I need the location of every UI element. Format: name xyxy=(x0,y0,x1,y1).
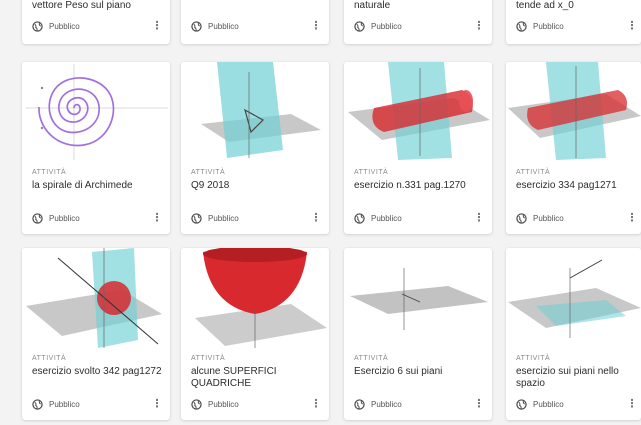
activity-card[interactable]: ATTIVITÀ la spirale di Archimede Pubblic… xyxy=(22,62,170,234)
card-footer: Pubblico ⋮ xyxy=(354,18,485,34)
card-kind: ATTIVITÀ xyxy=(32,355,67,362)
visibility-label: Pubblico xyxy=(371,399,402,409)
globe-icon xyxy=(354,20,365,32)
card-title: la spirale di Archimede xyxy=(32,180,133,191)
card-kind: ATTIVITÀ xyxy=(354,355,389,362)
card-title: vettore Peso sul piano xyxy=(32,0,131,11)
thumbnail-sphere-planes xyxy=(22,248,170,348)
card-footer: Pubblico ⋮ xyxy=(516,396,638,412)
globe-icon xyxy=(516,20,527,32)
card-footer: Pubblico ⋮ xyxy=(191,210,322,226)
visibility-label: Pubblico xyxy=(533,21,564,31)
activity-grid: vettore Peso sul piano Pubblico ⋮ Pubbli… xyxy=(0,0,641,425)
card-title: esercizio n.331 pag.1270 xyxy=(354,180,466,191)
visibility-label: Pubblico xyxy=(49,399,80,409)
more-vertical-icon[interactable]: ⋮ xyxy=(152,211,163,225)
visibility-label: Pubblico xyxy=(208,399,239,409)
more-vertical-icon[interactable]: ⋮ xyxy=(627,19,638,33)
card-footer: Pubblico ⋮ xyxy=(354,210,485,226)
thumbnail-cylinder-planes xyxy=(506,62,641,162)
more-vertical-icon[interactable]: ⋮ xyxy=(311,19,322,33)
activity-card[interactable]: ATTIVITÀ esercizio sui piani nello spazi… xyxy=(506,248,641,420)
activity-card[interactable]: naturale Pubblico ⋮ xyxy=(344,0,492,44)
more-vertical-icon[interactable]: ⋮ xyxy=(627,397,638,411)
activity-card[interactable]: ATTIVITÀ esercizio 334 pag1271 Pubblico … xyxy=(506,62,641,234)
more-vertical-icon[interactable]: ⋮ xyxy=(627,211,638,225)
card-footer: Pubblico ⋮ xyxy=(516,18,638,34)
visibility-label: Pubblico xyxy=(533,213,564,223)
activity-card[interactable]: ATTIVITÀ Q9 2018 Pubblico ⋮ xyxy=(181,62,329,234)
card-footer: Pubblico ⋮ xyxy=(354,396,485,412)
activity-card[interactable]: ATTIVITÀ esercizio n.331 pag.1270 Pubbli… xyxy=(344,62,492,234)
visibility-label: Pubblico xyxy=(371,213,402,223)
visibility-label: Pubblico xyxy=(371,21,402,31)
card-kind: ATTIVITÀ xyxy=(191,355,226,362)
card-kind: ATTIVITÀ xyxy=(516,169,551,176)
more-vertical-icon[interactable]: ⋮ xyxy=(152,397,163,411)
activity-card[interactable]: ATTIVITÀ alcune SUPERFICI QUADRICHE Pubb… xyxy=(181,248,329,420)
card-title: tende ad x_0 xyxy=(516,0,574,11)
more-vertical-icon[interactable]: ⋮ xyxy=(474,397,485,411)
card-title: Esercizio 6 sui piani xyxy=(354,366,443,377)
visibility-label: Pubblico xyxy=(208,213,239,223)
thumbnail-planes xyxy=(181,62,329,162)
visibility-label: Pubblico xyxy=(533,399,564,409)
globe-icon xyxy=(32,212,43,224)
card-kind: ATTIVITÀ xyxy=(354,169,389,176)
globe-icon xyxy=(516,212,527,224)
card-footer: Pubblico ⋮ xyxy=(516,210,638,226)
more-vertical-icon[interactable]: ⋮ xyxy=(311,397,322,411)
thumbnail-planes-space xyxy=(506,248,641,348)
activity-card[interactable]: tende ad x_0 Pubblico ⋮ xyxy=(506,0,641,44)
visibility-label: Pubblico xyxy=(49,21,80,31)
card-footer: Pubblico ⋮ xyxy=(191,396,322,412)
card-kind: ATTIVITÀ xyxy=(516,355,551,362)
card-footer: Pubblico ⋮ xyxy=(32,18,163,34)
more-vertical-icon[interactable]: ⋮ xyxy=(311,211,322,225)
card-title: esercizio svolto 342 pag1272 xyxy=(32,366,162,377)
globe-icon xyxy=(354,212,365,224)
globe-icon xyxy=(354,398,365,410)
more-vertical-icon[interactable]: ⋮ xyxy=(474,211,485,225)
card-title: alcune SUPERFICI QUADRICHE xyxy=(191,366,277,389)
thumbnail-cylinder xyxy=(344,62,492,162)
activity-card[interactable]: ATTIVITÀ esercizio svolto 342 pag1272 Pu… xyxy=(22,248,170,420)
globe-icon xyxy=(516,398,527,410)
card-title: esercizio sui piani nello spazio xyxy=(516,366,619,389)
activity-card[interactable]: vettore Peso sul piano Pubblico ⋮ xyxy=(22,0,170,44)
thumbnail-spiral xyxy=(22,62,170,162)
card-footer: Pubblico ⋮ xyxy=(32,396,163,412)
activity-card[interactable]: Pubblico ⋮ xyxy=(181,0,329,44)
card-footer: Pubblico ⋮ xyxy=(191,18,322,34)
card-kind: ATTIVITÀ xyxy=(191,169,226,176)
card-title: naturale xyxy=(354,0,391,11)
card-kind: ATTIVITÀ xyxy=(32,169,67,176)
globe-icon xyxy=(191,212,202,224)
activity-card[interactable]: ATTIVITÀ Esercizio 6 sui piani Pubblico … xyxy=(344,248,492,420)
card-footer: Pubblico ⋮ xyxy=(32,210,163,226)
thumbnail-plane xyxy=(344,248,492,348)
thumbnail-paraboloid xyxy=(181,248,329,348)
more-vertical-icon[interactable]: ⋮ xyxy=(474,19,485,33)
globe-icon xyxy=(32,398,43,410)
visibility-label: Pubblico xyxy=(208,21,239,31)
visibility-label: Pubblico xyxy=(49,213,80,223)
card-title: esercizio 334 pag1271 xyxy=(516,180,617,191)
globe-icon xyxy=(191,20,202,32)
globe-icon xyxy=(191,398,202,410)
globe-icon xyxy=(32,20,43,32)
more-vertical-icon[interactable]: ⋮ xyxy=(152,19,163,33)
card-title: Q9 2018 xyxy=(191,180,230,191)
